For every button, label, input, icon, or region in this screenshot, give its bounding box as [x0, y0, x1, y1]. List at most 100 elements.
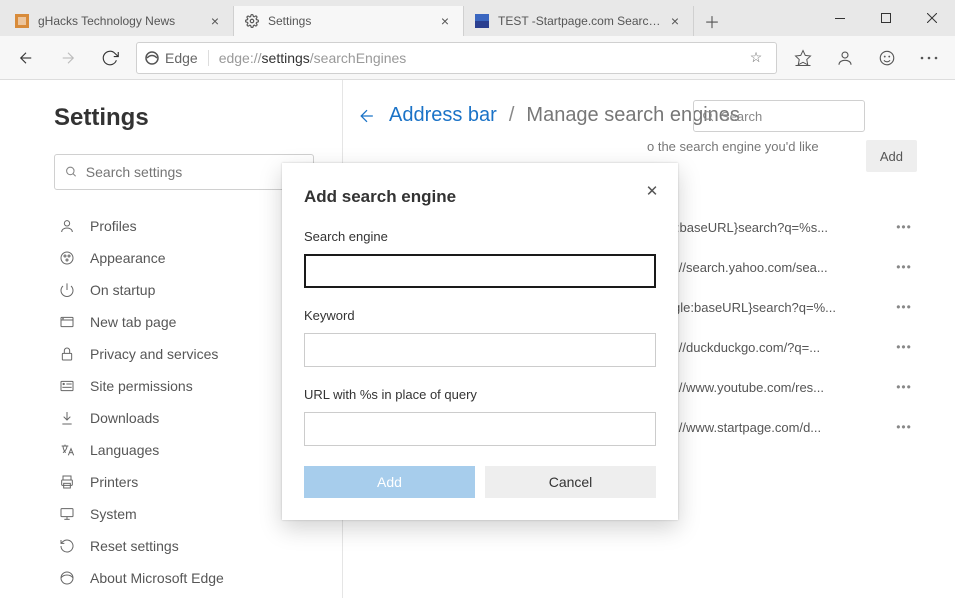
keyword-input[interactable]	[304, 333, 656, 367]
url-text: edge://settings/searchEngines	[219, 50, 744, 66]
window-controls	[817, 0, 955, 36]
refresh-button[interactable]	[94, 42, 126, 74]
sidebar-item-about[interactable]: About Microsoft Edge	[54, 562, 314, 594]
sidebar-item-system[interactable]: System	[54, 498, 314, 530]
language-icon	[58, 441, 76, 459]
tab-favicon-startpage	[474, 13, 490, 29]
row-menu-icon[interactable]: •••	[891, 380, 917, 394]
sidebar-item-profiles[interactable]: Profiles	[54, 210, 314, 242]
sidebar-item-reset[interactable]: Reset settings	[54, 530, 314, 562]
row-menu-icon[interactable]: •••	[891, 260, 917, 274]
gear-icon	[244, 13, 260, 29]
close-icon[interactable]: ×	[437, 13, 453, 29]
sidebar-title: Settings	[54, 104, 314, 132]
permissions-icon	[58, 377, 76, 395]
search-engine-input[interactable]	[304, 254, 656, 288]
row-menu-icon[interactable]: •••	[891, 420, 917, 434]
sidebar-search[interactable]	[54, 154, 314, 190]
sidebar-item-label: Profiles	[90, 218, 137, 234]
breadcrumb-sep: /	[509, 104, 515, 127]
sidebar-item-label: Appearance	[90, 250, 166, 266]
back-button[interactable]	[10, 42, 42, 74]
reset-icon	[58, 537, 76, 555]
column-header-url: URL	[647, 176, 917, 191]
profile-icon	[58, 217, 76, 235]
tab-favicon-ghacks	[14, 13, 30, 29]
newtab-icon	[58, 313, 76, 331]
sidebar-item-label: Languages	[90, 442, 159, 458]
field-label-search-engine: Search engine	[304, 229, 656, 244]
address-bar[interactable]: Edge edge://settings/searchEngines ☆	[136, 42, 777, 74]
dialog-close-button[interactable]: ✕	[642, 181, 662, 201]
profile-button[interactable]	[829, 42, 861, 74]
sidebar-item-label: Reset settings	[90, 538, 179, 554]
close-icon[interactable]: ×	[667, 13, 683, 29]
sidebar-item-printers[interactable]: Printers	[54, 466, 314, 498]
favorites-button[interactable]	[787, 42, 819, 74]
engine-url: {bing:baseURL}search?q=%s...	[647, 220, 891, 235]
new-tab-button[interactable]: ＋	[694, 6, 730, 36]
row-menu-icon[interactable]: •••	[891, 340, 917, 354]
sidebar-item-label: Downloads	[90, 410, 159, 426]
menu-button[interactable]	[913, 42, 945, 74]
engine-url: https://www.startpage.com/d...	[647, 420, 891, 435]
sidebar-item-privacy[interactable]: Privacy and services	[54, 338, 314, 370]
sidebar-item-downloads[interactable]: Downloads	[54, 402, 314, 434]
tab-settings[interactable]: Settings ×	[234, 6, 464, 36]
power-icon	[58, 281, 76, 299]
url-input[interactable]	[304, 412, 656, 446]
favorite-icon[interactable]: ☆	[744, 49, 768, 66]
tab-label: TEST -Startpage.com Search resu	[498, 14, 667, 28]
minimize-button[interactable]	[817, 0, 863, 36]
dialog-title: Add search engine	[304, 187, 656, 207]
sidebar-item-label: On startup	[90, 282, 155, 298]
add-button[interactable]: Add	[304, 466, 475, 498]
close-icon[interactable]: ×	[207, 13, 223, 29]
sidebar-item-onstartup[interactable]: On startup	[54, 274, 314, 306]
edge-icon	[145, 51, 159, 65]
table-row: https://www.youtube.com/res...•••	[647, 367, 917, 407]
browser-toolbar: Edge edge://settings/searchEngines ☆	[0, 36, 955, 80]
sidebar-item-label: Printers	[90, 474, 138, 490]
system-icon	[58, 505, 76, 523]
edge-icon	[58, 569, 76, 587]
maximize-button[interactable]	[863, 0, 909, 36]
engine-chip: Edge	[145, 50, 209, 66]
row-menu-icon[interactable]: •••	[891, 300, 917, 314]
search-icon	[65, 165, 78, 179]
field-label-url: URL with %s in place of query	[304, 387, 656, 402]
sidebar-item-sitepermissions[interactable]: Site permissions	[54, 370, 314, 402]
sidebar-item-appearance[interactable]: Appearance	[54, 242, 314, 274]
window-titlebar: gHacks Technology News × Settings × TEST…	[0, 0, 955, 36]
add-engine-button[interactable]: Add	[866, 140, 917, 172]
sidebar-item-label: New tab page	[90, 314, 176, 330]
sidebar-search-input[interactable]	[86, 164, 303, 180]
tab-label: Settings	[268, 14, 437, 28]
cancel-button[interactable]: Cancel	[485, 466, 656, 498]
engine-url: {google:baseURL}search?q=%...	[647, 300, 891, 315]
sidebar-item-label: Site permissions	[90, 378, 193, 394]
forward-button[interactable]	[52, 42, 84, 74]
breadcrumb-link[interactable]: Address bar	[389, 104, 497, 127]
engine-label: Edge	[165, 50, 198, 66]
search-icon	[702, 110, 715, 123]
engine-url: https://duckduckgo.com/?q=...	[647, 340, 891, 355]
tab-label: gHacks Technology News	[38, 14, 207, 28]
breadcrumb-back-icon[interactable]	[357, 106, 377, 126]
lock-icon	[58, 345, 76, 363]
sidebar-item-newtab[interactable]: New tab page	[54, 306, 314, 338]
row-menu-icon[interactable]: •••	[891, 220, 917, 234]
table-row: https://www.startpage.com/d...•••	[647, 407, 917, 447]
feedback-button[interactable]	[871, 42, 903, 74]
add-search-engine-dialog: Add search engine ✕ Search engine Keywor…	[282, 163, 678, 520]
sidebar-item-label: Privacy and services	[90, 346, 218, 362]
close-window-button[interactable]	[909, 0, 955, 36]
sidebar-item-languages[interactable]: Languages	[54, 434, 314, 466]
tab-strip: gHacks Technology News × Settings × TEST…	[0, 0, 817, 36]
engine-url: https://www.youtube.com/res...	[647, 380, 891, 395]
engine-url: https://search.yahoo.com/sea...	[647, 260, 891, 275]
appearance-icon	[58, 249, 76, 267]
tab-ghacks[interactable]: gHacks Technology News ×	[4, 6, 234, 36]
tab-startpage[interactable]: TEST -Startpage.com Search resu ×	[464, 6, 694, 36]
main-search[interactable]: Search	[693, 100, 865, 132]
